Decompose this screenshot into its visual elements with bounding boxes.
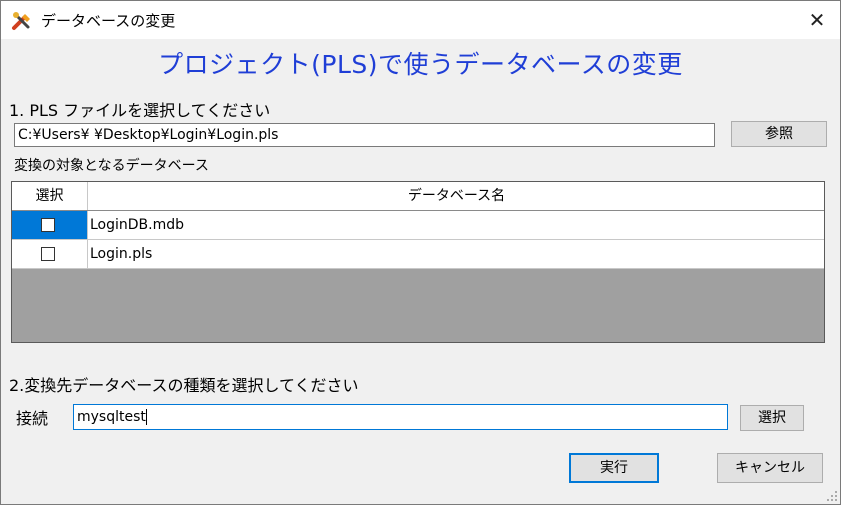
- cancel-button[interactable]: キャンセル: [717, 453, 823, 483]
- browse-button[interactable]: 参照: [731, 121, 827, 147]
- resize-grip-icon[interactable]: [826, 490, 838, 502]
- close-button[interactable]: ✕: [794, 1, 840, 39]
- file-path-field[interactable]: C:¥Users¥ ¥Desktop¥Login¥Login.pls: [14, 123, 715, 147]
- table-row[interactable]: LoginDB.mdb: [12, 211, 824, 240]
- window-title: データベースの変更: [41, 12, 176, 30]
- database-grid: 選択 データベース名 LoginDB.mdb Login.pls: [11, 181, 825, 343]
- step1-label: 1. PLS ファイルを選択してください: [9, 101, 271, 120]
- connection-input[interactable]: mysqltest: [73, 404, 728, 430]
- close-icon: ✕: [808, 8, 826, 32]
- run-button[interactable]: 実行: [569, 453, 659, 483]
- column-header-select[interactable]: 選択: [12, 182, 88, 210]
- row-select-cell[interactable]: [12, 211, 88, 239]
- target-db-label: 変換の対象となるデータベース: [14, 158, 209, 174]
- connection-label: 接続: [16, 409, 49, 428]
- file-path-value: C:¥Users¥ ¥Desktop¥Login¥Login.pls: [18, 127, 279, 143]
- text-caret: [145, 409, 147, 425]
- connection-value: mysqltest: [77, 409, 146, 425]
- row-select-cell[interactable]: [12, 240, 88, 268]
- select-connection-button[interactable]: 選択: [740, 405, 804, 431]
- title-bar: データベースの変更 ✕: [1, 1, 840, 39]
- step2-label: 2.変換先データベースの種類を選択してください: [9, 376, 359, 395]
- db-name-cell: LoginDB.mdb: [90, 217, 185, 233]
- grid-header: 選択 データベース名: [12, 182, 824, 211]
- dialog-window: データベースの変更 ✕ プロジェクト(PLS)で使うデータベースの変更 1. P…: [0, 0, 841, 505]
- table-row[interactable]: Login.pls: [12, 240, 824, 269]
- row-checkbox[interactable]: [41, 218, 55, 232]
- page-heading: プロジェクト(PLS)で使うデータベースの変更: [158, 50, 683, 79]
- row-checkbox[interactable]: [41, 247, 55, 261]
- tools-icon: [12, 12, 30, 30]
- db-name-cell: Login.pls: [90, 246, 153, 262]
- column-header-db-name[interactable]: データベース名: [89, 182, 824, 210]
